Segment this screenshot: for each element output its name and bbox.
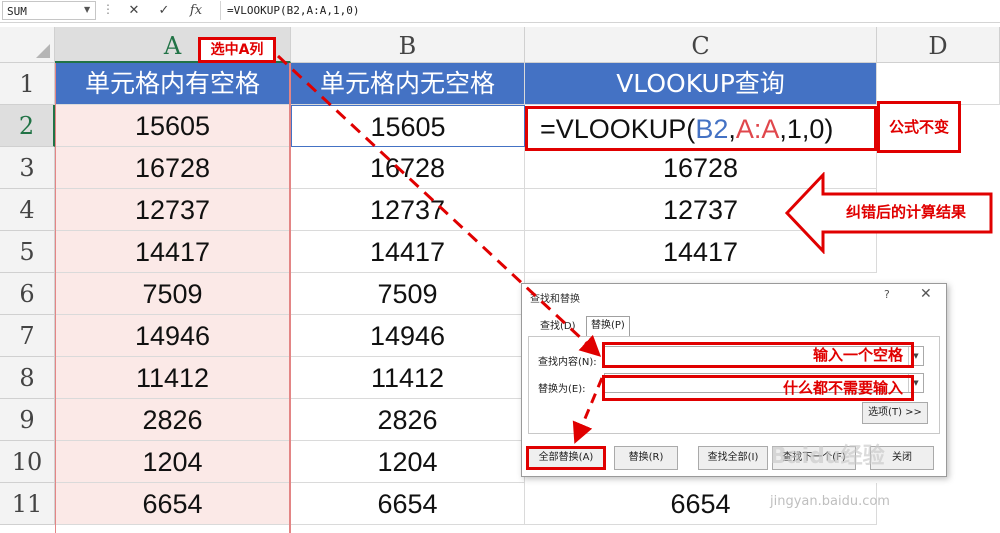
name-box[interactable]: SUM bbox=[2, 1, 96, 20]
select-all-corner[interactable] bbox=[0, 27, 55, 63]
dialog-title: 查找和替换 bbox=[530, 294, 580, 305]
name-box-dropdown-icon[interactable]: ▼ bbox=[84, 0, 90, 19]
formula-cell-c2[interactable]: =VLOOKUP(B2,A:A,1,0) bbox=[525, 106, 877, 151]
header-cell-c1[interactable]: VLOOKUP查询 bbox=[525, 63, 877, 105]
tab-find[interactable]: 查找(D) bbox=[536, 318, 580, 336]
cell-a10[interactable]: 1204 bbox=[55, 441, 291, 483]
row-header-4[interactable]: 4 bbox=[0, 189, 55, 231]
cell-a2[interactable]: 15605 bbox=[55, 105, 291, 147]
cell-a4[interactable]: 12737 bbox=[55, 189, 291, 231]
cell-b11[interactable]: 6654 bbox=[291, 483, 525, 525]
row-header-7[interactable]: 7 bbox=[0, 315, 55, 357]
cell-b3[interactable]: 16728 bbox=[291, 147, 525, 189]
formula-ref-a: A:A bbox=[735, 114, 780, 144]
cell-b2[interactable]: 15605 bbox=[291, 105, 525, 147]
tab-replace[interactable]: 替换(P) bbox=[586, 316, 630, 337]
baidu-watermark-logo: Baidu经验 bbox=[770, 444, 885, 469]
cell-b9[interactable]: 2826 bbox=[291, 399, 525, 441]
row-header-2[interactable]: 2 bbox=[0, 105, 55, 147]
cell-a5[interactable]: 14417 bbox=[55, 231, 291, 273]
column-header-c[interactable]: C bbox=[525, 27, 877, 63]
cell-b8[interactable]: 11412 bbox=[291, 357, 525, 399]
row-header-1[interactable]: 1 bbox=[0, 63, 55, 105]
cell-b6[interactable]: 7509 bbox=[291, 273, 525, 315]
cell-a7[interactable]: 14946 bbox=[55, 315, 291, 357]
cell-d1[interactable] bbox=[877, 63, 1000, 105]
formula-input[interactable]: =VLOOKUP(B2,A:A,1,0) bbox=[220, 1, 998, 20]
help-icon[interactable]: ? bbox=[884, 288, 890, 301]
formula-ref-b2: B2 bbox=[695, 114, 729, 144]
row-header-9[interactable]: 9 bbox=[0, 399, 55, 441]
callout-select-column-a: 选中A列 bbox=[198, 37, 276, 63]
row-header-8[interactable]: 8 bbox=[0, 357, 55, 399]
row-header-10[interactable]: 10 bbox=[0, 441, 55, 483]
header-cell-a1[interactable]: 单元格内有空格 bbox=[55, 63, 291, 105]
cell-a8[interactable]: 11412 bbox=[55, 357, 291, 399]
cell-a11[interactable]: 6654 bbox=[55, 483, 291, 525]
replace-all-button[interactable]: 全部替换(A) bbox=[526, 446, 606, 470]
cell-b4[interactable]: 12737 bbox=[291, 189, 525, 231]
replace-button[interactable]: 替换(R) bbox=[614, 446, 678, 470]
find-all-button[interactable]: 查找全部(I) bbox=[698, 446, 768, 470]
formula-bar: SUM ▼ ⋮ ✕ ✓ fx =VLOOKUP(B2,A:A,1,0) bbox=[0, 0, 1000, 23]
options-button[interactable]: 选项(T) >> bbox=[862, 402, 928, 424]
cell-a6[interactable]: 7509 bbox=[55, 273, 291, 315]
callout-enter-space: 输入一个空格 bbox=[602, 342, 914, 368]
formula-bar-grip-icon: ⋮ bbox=[102, 2, 114, 16]
row-header-6[interactable]: 6 bbox=[0, 273, 55, 315]
formula-prefix: =VLOOKUP( bbox=[540, 114, 696, 144]
callout-formula-unchanged: 公式不变 bbox=[877, 101, 961, 153]
enter-icon[interactable]: ✓ bbox=[154, 1, 174, 20]
header-cell-b1[interactable]: 单元格内无空格 bbox=[291, 63, 525, 105]
column-header-d[interactable]: D bbox=[877, 27, 1000, 63]
cancel-icon[interactable]: ✕ bbox=[124, 1, 144, 20]
cell-a9[interactable]: 2826 bbox=[55, 399, 291, 441]
find-what-label: 查找内容(N): bbox=[538, 357, 597, 368]
row-header-5[interactable]: 5 bbox=[0, 231, 55, 273]
baidu-watermark-url: jingyan.baidu.com bbox=[770, 494, 890, 509]
row-header-11[interactable]: 11 bbox=[0, 483, 55, 525]
formula-suffix: ,1,0) bbox=[779, 114, 834, 144]
cell-a3[interactable]: 16728 bbox=[55, 147, 291, 189]
cell-b7[interactable]: 14946 bbox=[291, 315, 525, 357]
callout-corrected-result: 纠错后的计算结果 bbox=[845, 203, 966, 221]
formula-comma: , bbox=[728, 114, 736, 144]
close-icon[interactable]: ✕ bbox=[920, 286, 932, 302]
column-header-b[interactable]: B bbox=[291, 27, 525, 63]
callout-enter-nothing: 什么都不需要输入 bbox=[602, 375, 914, 401]
cell-b5[interactable]: 14417 bbox=[291, 231, 525, 273]
replace-with-label: 替换为(E): bbox=[538, 384, 586, 395]
row-header-3[interactable]: 3 bbox=[0, 147, 55, 189]
fx-icon[interactable]: fx bbox=[186, 1, 206, 20]
cell-b10[interactable]: 1204 bbox=[291, 441, 525, 483]
